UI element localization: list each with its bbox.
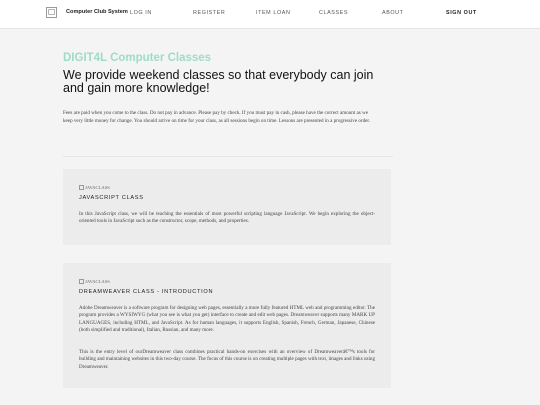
nav-link-log-in[interactable]: LOG IN <box>130 10 152 16</box>
class-title: JAVASCRIPT CLASS <box>79 195 144 201</box>
class-description: Adobe Dreamweaver is a software program … <box>79 305 375 334</box>
top-navigation-bar: Computer Club System LOG IN REGISTER ITE… <box>0 0 540 29</box>
nav-link-classes[interactable]: CLASSES <box>319 10 348 16</box>
broken-image-icon <box>79 279 84 284</box>
class-image-placeholder: JAVACLASS <box>79 279 110 284</box>
class-title: DREAMWEAVER CLASS - INTRODUCTION <box>79 289 214 295</box>
class-description-secondary: This is the entry level of ourDreamweave… <box>79 349 375 370</box>
class-card-dreamweaver: JAVACLASS DREAMWEAVER CLASS - INTRODUCTI… <box>63 263 391 388</box>
section-divider <box>63 156 393 157</box>
brand-name[interactable]: Computer Club System <box>66 9 128 15</box>
nav-link-about[interactable]: ABOUT <box>382 10 404 16</box>
page-title: DIGIT4L Computer Classes <box>63 52 212 64</box>
nav-link-sign-out[interactable]: SIGN OUT <box>446 10 477 16</box>
class-card-javascript: JAVACLASS JAVASCRIPT CLASS In this JavaS… <box>63 169 391 245</box>
site-logo-icon[interactable] <box>46 7 57 18</box>
class-image-placeholder: JAVACLASS <box>79 185 110 190</box>
nav-link-register[interactable]: REGISTER <box>193 10 225 16</box>
intro-paragraph: Fees are paid when you come to the class… <box>63 110 371 124</box>
class-image-alt: JAVACLASS <box>85 185 110 190</box>
page-subtitle: We provide weekend classes so that every… <box>63 68 374 95</box>
class-image-alt: JAVACLASS <box>85 279 110 284</box>
class-description: In this JavaScript class, we will be tea… <box>79 211 375 225</box>
nav-link-item-loan[interactable]: ITEM LOAN <box>256 10 290 16</box>
broken-image-icon <box>79 185 84 190</box>
